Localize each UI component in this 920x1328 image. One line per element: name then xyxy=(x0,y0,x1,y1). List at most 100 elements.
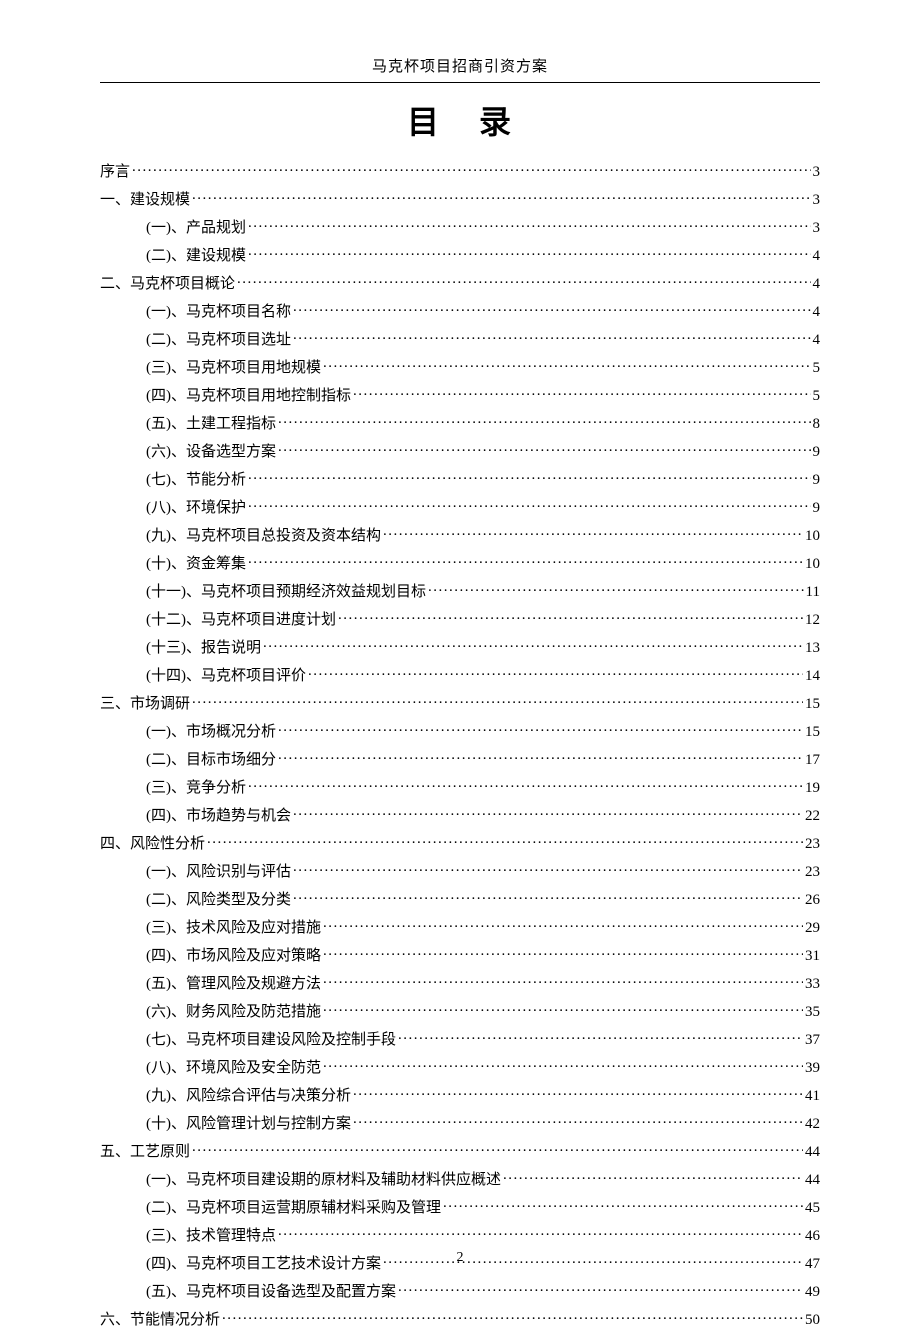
toc-entry-page: 13 xyxy=(805,641,820,656)
toc-entry-label: (三)、技术风险及应对措施 xyxy=(146,921,321,936)
toc-leader-dots xyxy=(237,273,810,288)
toc-leader-dots xyxy=(323,917,803,932)
toc-entry[interactable]: (四)、市场风险及应对策略31 xyxy=(100,945,820,964)
toc-entry[interactable]: (一)、市场概况分析15 xyxy=(100,721,820,740)
toc-entry[interactable]: (三)、竞争分析19 xyxy=(100,777,820,796)
toc-entry[interactable]: (七)、马克杯项目建设风险及控制手段37 xyxy=(100,1029,820,1048)
toc-entry[interactable]: (十三)、报告说明 13 xyxy=(100,637,820,656)
toc-entry[interactable]: (一)、马克杯项目建设期的原材料及辅助材料供应概述44 xyxy=(100,1169,820,1188)
toc-entry-label: (一)、马克杯项目名称 xyxy=(146,305,291,320)
toc-entry[interactable]: (三)、技术风险及应对措施29 xyxy=(100,917,820,936)
toc-entry-label: (五)、马克杯项目设备选型及配置方案 xyxy=(146,1285,396,1300)
toc-leader-dots xyxy=(248,469,811,484)
toc-entry[interactable]: (十)、资金筹集10 xyxy=(100,553,820,572)
toc-entry[interactable]: (四)、马克杯项目用地控制指标 5 xyxy=(100,385,820,404)
toc-entry-page: 49 xyxy=(805,1285,820,1300)
toc-entry-label: (六)、设备选型方案 xyxy=(146,445,276,460)
toc-entry[interactable]: 五、工艺原则44 xyxy=(100,1141,820,1160)
toc-entry[interactable]: (七)、节能分析9 xyxy=(100,469,820,488)
toc-title: 目 录 xyxy=(100,97,820,143)
toc-leader-dots xyxy=(398,1281,803,1296)
toc-entry[interactable]: (八)、环境保护9 xyxy=(100,497,820,516)
toc-leader-dots xyxy=(323,1001,803,1016)
toc-entry-page: 44 xyxy=(805,1173,820,1188)
toc-entry[interactable]: 二、马克杯项目概论4 xyxy=(100,273,820,292)
toc-entry[interactable]: (六)、财务风险及防范措施35 xyxy=(100,1001,820,1020)
toc-entry[interactable]: 序言3 xyxy=(100,161,820,180)
toc-entry-page: 10 xyxy=(805,557,820,572)
toc-entry-page: 3 xyxy=(813,193,821,208)
toc-entry[interactable]: (三)、技术管理特点46 xyxy=(100,1225,820,1244)
toc-entry-page: 4 xyxy=(813,249,821,264)
toc-entry-label: (三)、技术管理特点 xyxy=(146,1229,276,1244)
toc-leader-dots xyxy=(323,357,811,372)
page-number: 2 xyxy=(0,1250,920,1266)
toc-leader-dots xyxy=(248,553,803,568)
toc-entry[interactable]: (十四)、马克杯项目评价14 xyxy=(100,665,820,684)
toc-entry-label: (五)、管理风险及规避方法 xyxy=(146,977,321,992)
toc-entry[interactable]: (五)、土建工程指标8 xyxy=(100,413,820,432)
toc-entry[interactable]: (九)、马克杯项目总投资及资本结构10 xyxy=(100,525,820,544)
toc-entry-label: (四)、马克杯项目用地控制指标 xyxy=(146,389,351,404)
toc-leader-dots xyxy=(398,1029,803,1044)
toc-leader-dots xyxy=(308,665,803,680)
toc-entry-page: 11 xyxy=(806,585,820,600)
toc-leader-dots xyxy=(192,693,803,708)
toc-entry-label: (十一)、马克杯项目预期经济效益规划目标 xyxy=(146,585,426,600)
toc-entry-label: (二)、马克杯项目运营期原辅材料采购及管理 xyxy=(146,1201,441,1216)
toc-entry-label: (十三)、报告说明 xyxy=(146,641,261,656)
toc-leader-dots xyxy=(503,1169,803,1184)
toc-leader-dots xyxy=(192,189,810,204)
toc-entry[interactable]: (一)、产品规划3 xyxy=(100,217,820,236)
toc-entry[interactable]: (六)、设备选型方案 9 xyxy=(100,441,820,460)
toc-entry-page: 5 xyxy=(813,361,821,376)
toc-entry[interactable]: 四、风险性分析23 xyxy=(100,833,820,852)
toc-entry-label: (九)、风险综合评估与决策分析 xyxy=(146,1089,351,1104)
toc-entry[interactable]: (二)、目标市场细分17 xyxy=(100,749,820,768)
toc-leader-dots xyxy=(207,833,803,848)
toc-entry-label: 一、建设规模 xyxy=(100,193,190,208)
toc-entry[interactable]: 一、建设规模 3 xyxy=(100,189,820,208)
toc-entry[interactable]: 三、市场调研 15 xyxy=(100,693,820,712)
toc-entry-page: 15 xyxy=(805,697,820,712)
toc-entry[interactable]: (三)、马克杯项目用地规模 5 xyxy=(100,357,820,376)
toc-entry[interactable]: (二)、马克杯项目运营期原辅材料采购及管理 45 xyxy=(100,1197,820,1216)
toc-entry[interactable]: (二)、风险类型及分类26 xyxy=(100,889,820,908)
toc-entry-page: 4 xyxy=(813,305,821,320)
toc-entry-page: 3 xyxy=(813,165,821,180)
toc-entry-page: 3 xyxy=(813,221,821,236)
toc-leader-dots xyxy=(443,1197,803,1212)
toc-leader-dots xyxy=(323,973,803,988)
toc-entry[interactable]: (一)、马克杯项目名称 4 xyxy=(100,301,820,320)
toc-entry-page: 9 xyxy=(813,445,821,460)
toc-entry[interactable]: (十)、风险管理计划与控制方案42 xyxy=(100,1113,820,1132)
toc-entry[interactable]: (五)、管理风险及规避方法33 xyxy=(100,973,820,992)
toc-leader-dots xyxy=(248,217,811,232)
toc-entry[interactable]: (九)、风险综合评估与决策分析41 xyxy=(100,1085,820,1104)
toc-entry-page: 23 xyxy=(805,837,820,852)
toc-entry-page: 45 xyxy=(805,1201,820,1216)
toc-entry-page: 37 xyxy=(805,1033,820,1048)
toc-entry-page: 15 xyxy=(805,725,820,740)
toc-entry[interactable]: (十一)、马克杯项目预期经济效益规划目标 11 xyxy=(100,581,820,600)
toc-leader-dots xyxy=(428,581,804,596)
toc-leader-dots xyxy=(293,889,803,904)
toc-entry[interactable]: (八)、环境风险及安全防范39 xyxy=(100,1057,820,1076)
toc-entry-page: 5 xyxy=(813,389,821,404)
toc-entry[interactable]: (二)、建设规模4 xyxy=(100,245,820,264)
toc-entry[interactable]: (一)、风险识别与评估23 xyxy=(100,861,820,880)
toc-leader-dots xyxy=(263,637,803,652)
toc-entry-label: (七)、节能分析 xyxy=(146,473,246,488)
toc-entry[interactable]: (十二)、马克杯项目进度计划 12 xyxy=(100,609,820,628)
toc-entry[interactable]: (二)、马克杯项目选址4 xyxy=(100,329,820,348)
toc-entry[interactable]: (五)、马克杯项目设备选型及配置方案 49 xyxy=(100,1281,820,1300)
toc-leader-dots xyxy=(278,721,803,736)
toc-entry[interactable]: (四)、市场趋势与机会22 xyxy=(100,805,820,824)
toc-entry-label: (三)、马克杯项目用地规模 xyxy=(146,361,321,376)
toc-leader-dots xyxy=(248,245,811,260)
toc-entry[interactable]: 六、节能情况分析50 xyxy=(100,1309,820,1328)
toc-entry-label: (八)、环境保护 xyxy=(146,501,246,516)
toc-entry-label: (十二)、马克杯项目进度计划 xyxy=(146,613,336,628)
toc-entry-page: 12 xyxy=(805,613,820,628)
toc-entry-label: 三、市场调研 xyxy=(100,697,190,712)
